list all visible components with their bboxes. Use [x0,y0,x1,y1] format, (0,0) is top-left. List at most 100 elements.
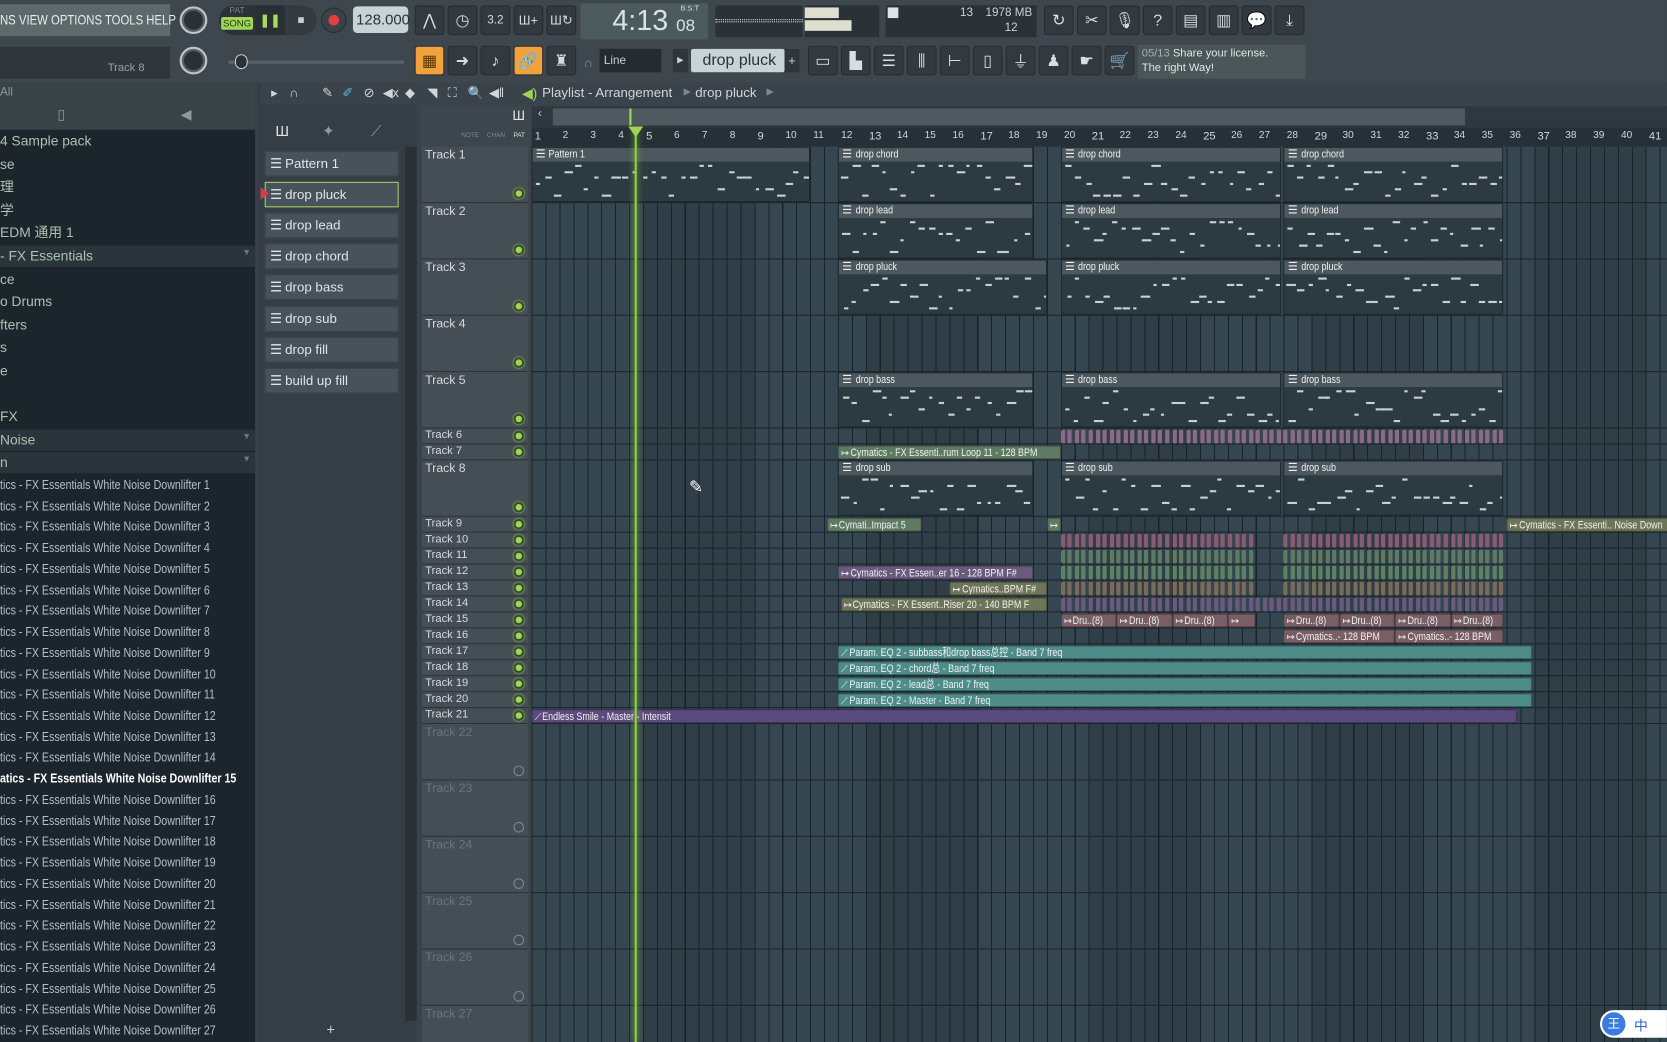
audio-clip-slice[interactable] [1088,533,1093,548]
audio-clip-slice[interactable] [1102,565,1107,580]
audio-clip-slice[interactable] [1374,429,1379,444]
mixer-icon[interactable]: ⫼ [906,45,937,76]
audio-clip-slice[interactable] [1485,565,1490,580]
audio-clip-slice[interactable] [1248,549,1253,564]
track-header[interactable]: Track 18 [422,660,529,677]
audio-clip-slice[interactable] [1165,597,1170,612]
audio-clip-slice[interactable] [1367,549,1372,564]
audio-clip-slice[interactable] [1206,597,1212,612]
bar-number[interactable]: 38 [1565,130,1576,142]
audio-clip-slice[interactable] [1227,565,1233,580]
bar-number[interactable]: 17 [980,130,992,143]
audio-clip-slice[interactable] [1318,597,1323,612]
audio-clip-slice[interactable] [1436,429,1442,444]
audio-clip-slice[interactable] [1123,429,1128,444]
browser-folder[interactable]: ce [0,269,255,290]
track-mute-led[interactable] [513,710,525,721]
audio-clip-slice[interactable] [1443,533,1448,548]
bar-number[interactable]: 31 [1370,130,1381,142]
magnet-icon[interactable]: ∩ [289,85,298,100]
bar-number[interactable]: 24 [1175,130,1186,142]
audio-clip-slice[interactable] [1450,565,1455,580]
audio-clip-slice[interactable] [1200,549,1205,564]
audio-clip-slice[interactable] [1485,533,1490,548]
audio-clip-slice[interactable] [1137,533,1142,548]
automation-clip[interactable]: ⟋Param. EQ 2 - chord总 - Band 7 freq [837,661,1532,676]
audio-clip-slice[interactable] [1429,549,1435,564]
audio-clip-slice[interactable] [1172,533,1177,548]
audio-clip-slice[interactable] [1408,533,1414,548]
picker-patterns-icon[interactable]: Ш [275,122,289,139]
select-icon[interactable]: ⛶ [448,85,457,101]
audio-clip-slice[interactable] [1130,429,1135,444]
bar-number[interactable]: 9 [758,130,764,143]
bar-number[interactable]: 22 [1120,130,1131,142]
picker-automation-icon[interactable]: ⟋ [371,122,381,140]
audio-clip-slice[interactable] [1367,597,1372,612]
audio-clip-slice[interactable] [1151,533,1156,548]
download-icon[interactable]: ⤓ [1274,5,1305,36]
audio-clip-slice[interactable] [1151,429,1156,444]
touch-controller-icon[interactable]: ♟ [1038,45,1069,76]
audio-clip-slice[interactable] [1401,581,1407,596]
audio-clip-slice[interactable] [1318,581,1323,596]
track-header[interactable]: Track 9 [422,516,529,533]
bar-number[interactable]: 23 [1148,130,1159,142]
audio-clip-slice[interactable] [1137,581,1142,596]
audio-clip-slice[interactable] [1220,549,1226,564]
audio-clip[interactable]: ↦Dru..(8) [1450,613,1504,628]
audio-clip-slice[interactable] [1193,597,1198,612]
browser-folder[interactable]: 理 [0,177,255,198]
track-header[interactable]: Track 16 [422,628,529,645]
chan-label[interactable]: CHAN [487,133,505,139]
audio-clip-slice[interactable] [1492,549,1497,564]
audio-clip-slice[interactable] [1060,549,1066,564]
bar-number[interactable]: 29 [1315,130,1327,143]
audio-clip-slice[interactable] [1200,533,1205,548]
audio-clip-slice[interactable] [1081,597,1086,612]
audio-clip-slice[interactable] [1227,533,1233,548]
snap-select[interactable]: Line [599,48,662,73]
track-mute-led[interactable] [513,990,525,1002]
audio-clip-slice[interactable] [1130,581,1135,596]
audio-clip-slice[interactable] [1332,429,1337,444]
audio-clip[interactable]: ↦ [1046,517,1061,532]
track-mute-led[interactable] [513,357,525,368]
tempo-field[interactable]: 128.000 [352,6,410,33]
track-mute-led[interactable] [513,878,525,889]
audio-clip-slice[interactable] [1388,429,1393,444]
audio-clip-slice[interactable] [1206,565,1212,580]
pat-label[interactable]: PAT [513,133,524,139]
audio-clip-slice[interactable] [1499,597,1504,612]
bar-number[interactable]: 6 [674,130,680,142]
audio-clip-slice[interactable] [1374,581,1379,596]
track-header[interactable]: Track 24 [422,836,529,894]
audio-clip-slice[interactable] [1318,533,1323,548]
audio-clip-slice[interactable] [1283,597,1288,612]
audio-clip-slice[interactable] [1464,533,1469,548]
track-header[interactable]: Track 2 [422,203,529,260]
audio-clip-slice[interactable] [1429,597,1435,612]
pattern-selector[interactable]: drop pluck [691,48,785,73]
audio-clip-slice[interactable] [1193,581,1198,596]
audio-clip-slice[interactable] [1088,565,1093,580]
audio-clip-slice[interactable] [1186,565,1191,580]
audio-clip-slice[interactable] [1297,581,1302,596]
mute-icon[interactable]: ◀x [383,85,399,100]
audio-clip-slice[interactable] [1074,429,1079,444]
main-menu[interactable]: NS VIEW OPTIONS TOOLS HELP [0,4,176,37]
bar-number[interactable]: 18 [1008,130,1019,142]
audio-clip-slice[interactable] [1408,597,1414,612]
audio-clip-slice[interactable] [1464,429,1469,444]
audio-clip-slice[interactable] [1116,581,1121,596]
browser-file[interactable]: tics - FX Essentials White Noise Downlif… [0,537,255,558]
audio-clip-slice[interactable] [1241,429,1247,444]
audio-clip-slice[interactable] [1492,597,1497,612]
audio-clip-slice[interactable] [1401,429,1407,444]
audio-clip-slice[interactable] [1283,429,1288,444]
collapse-icon[interactable]: ▼ [242,431,250,441]
browser-file[interactable]: atics - FX Essentials White Noise Downli… [0,768,255,789]
audio-clip-group[interactable] [1060,581,1253,596]
audio-clip-slice[interactable] [1492,533,1497,548]
audio-clip-slice[interactable] [1206,533,1212,548]
